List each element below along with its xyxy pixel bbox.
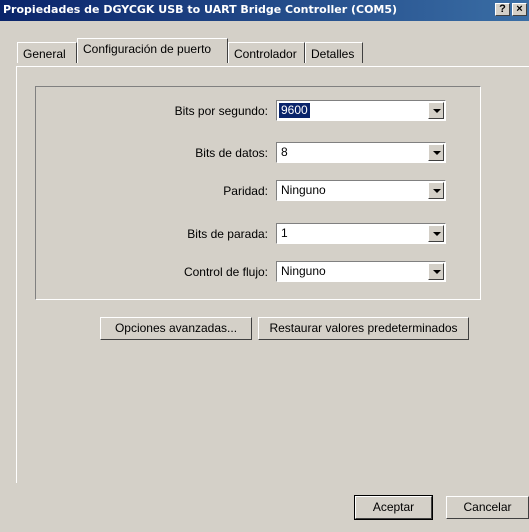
stop-bits-dropdown-button[interactable]: [428, 225, 444, 242]
flow-control-label: Control de flujo:: [183, 265, 268, 279]
data-bits-label: Bits de datos:: [195, 146, 268, 160]
stop-bits-value: 1: [281, 226, 288, 240]
bits-per-second-select[interactable]: 9600: [276, 100, 446, 121]
stop-bits-select[interactable]: 1: [276, 223, 446, 244]
data-bits-select[interactable]: 8: [276, 142, 446, 163]
bits-per-second-value: 9600: [279, 103, 310, 118]
flow-control-select[interactable]: Ninguno: [276, 261, 446, 282]
restore-defaults-button[interactable]: Restaurar valores predeterminados: [258, 317, 469, 340]
ok-button[interactable]: Aceptar: [354, 495, 433, 520]
chevron-down-icon: [433, 270, 441, 274]
tab-general-label: General: [23, 47, 66, 61]
data-bits-value: 8: [281, 145, 288, 159]
title-bar: Propiedades de DGYCGK USB to UART Bridge…: [0, 0, 529, 21]
stop-bits-label: Bits de parada:: [187, 227, 268, 241]
tab-details[interactable]: Detalles: [305, 42, 363, 63]
tab-port-settings[interactable]: Configuración de puerto: [77, 38, 228, 63]
tab-port-settings-label: Configuración de puerto: [83, 42, 212, 56]
flow-control-dropdown-button[interactable]: [428, 263, 444, 280]
chevron-down-icon: [433, 109, 441, 113]
advanced-options-button[interactable]: Opciones avanzadas...: [100, 317, 252, 340]
parity-value: Ninguno: [281, 183, 326, 197]
chevron-down-icon: [433, 232, 441, 236]
tab-driver-label: Controlador: [234, 47, 297, 61]
tab-details-label: Detalles: [311, 47, 355, 61]
bits-per-second-label: Bits por segundo:: [174, 104, 268, 118]
parity-label: Paridad:: [223, 184, 268, 198]
close-button[interactable]: ×: [512, 3, 527, 16]
bits-per-second-dropdown-button[interactable]: [428, 102, 444, 119]
flow-control-value: Ninguno: [281, 264, 326, 278]
tab-driver[interactable]: Controlador: [228, 42, 305, 63]
parity-select[interactable]: Ninguno: [276, 180, 446, 201]
chevron-down-icon: [433, 189, 441, 193]
tab-general[interactable]: General: [17, 42, 77, 63]
tab-strip: General Configuración de puerto Controla…: [0, 21, 529, 67]
help-button[interactable]: ?: [495, 3, 510, 16]
window-title: Propiedades de DGYCGK USB to UART Bridge…: [3, 3, 398, 16]
parity-dropdown-button[interactable]: [428, 182, 444, 199]
chevron-down-icon: [433, 151, 441, 155]
cancel-button[interactable]: Cancelar: [446, 496, 529, 519]
data-bits-dropdown-button[interactable]: [428, 144, 444, 161]
